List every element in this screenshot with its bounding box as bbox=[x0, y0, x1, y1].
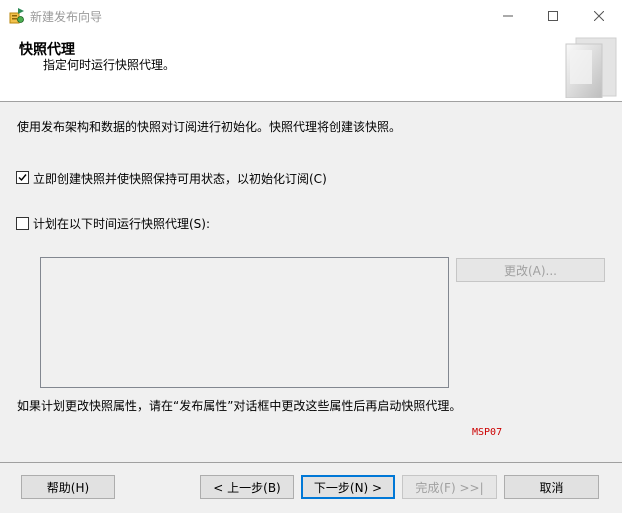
back-button[interactable]: < 上一步(B) bbox=[200, 475, 294, 499]
help-button[interactable]: 帮助(H) bbox=[21, 475, 115, 499]
error-code-label: MSP07 bbox=[472, 427, 503, 438]
cancel-button[interactable]: 取消 bbox=[504, 475, 599, 499]
create-snapshot-checkbox[interactable] bbox=[16, 171, 29, 184]
wizard-window: 新建发布向导 快照代理 指定何时运行快照代理。 使用发布架构和数据的快照对订阅进… bbox=[0, 0, 622, 513]
description-text: 使用发布架构和数据的快照对订阅进行初始化。快照代理将创建该快照。 bbox=[17, 120, 402, 134]
wizard-header: 快照代理 指定何时运行快照代理。 bbox=[0, 31, 622, 101]
maximize-icon[interactable] bbox=[530, 0, 576, 31]
minimize-icon[interactable] bbox=[485, 0, 531, 31]
next-button[interactable]: 下一步(N) > bbox=[301, 475, 395, 499]
change-schedule-button[interactable]: 更改(A)... bbox=[456, 258, 605, 282]
window-title: 新建发布向导 bbox=[30, 10, 103, 24]
finish-button[interactable]: 完成(F) >>| bbox=[402, 475, 497, 499]
checkmark-icon bbox=[18, 174, 27, 182]
wizard-icon bbox=[8, 7, 25, 24]
schedule-textbox bbox=[40, 257, 449, 388]
wizard-banner-graphic bbox=[562, 36, 618, 99]
page-subtitle: 指定何时运行快照代理。 bbox=[43, 58, 176, 72]
header-divider bbox=[0, 101, 622, 102]
note-text: 如果计划更改快照属性，请在“发布属性”对话框中更改这些属性后再启动快照代理。 bbox=[17, 399, 462, 413]
close-icon[interactable] bbox=[576, 0, 622, 31]
schedule-label[interactable]: 计划在以下时间运行快照代理(S): bbox=[33, 215, 210, 232]
schedule-checkbox[interactable] bbox=[16, 217, 29, 230]
title-bar[interactable]: 新建发布向导 bbox=[0, 0, 622, 31]
create-snapshot-label[interactable]: 立即创建快照并使快照保持可用状态，以初始化订阅(C) bbox=[33, 170, 327, 187]
footer-divider bbox=[0, 462, 622, 463]
